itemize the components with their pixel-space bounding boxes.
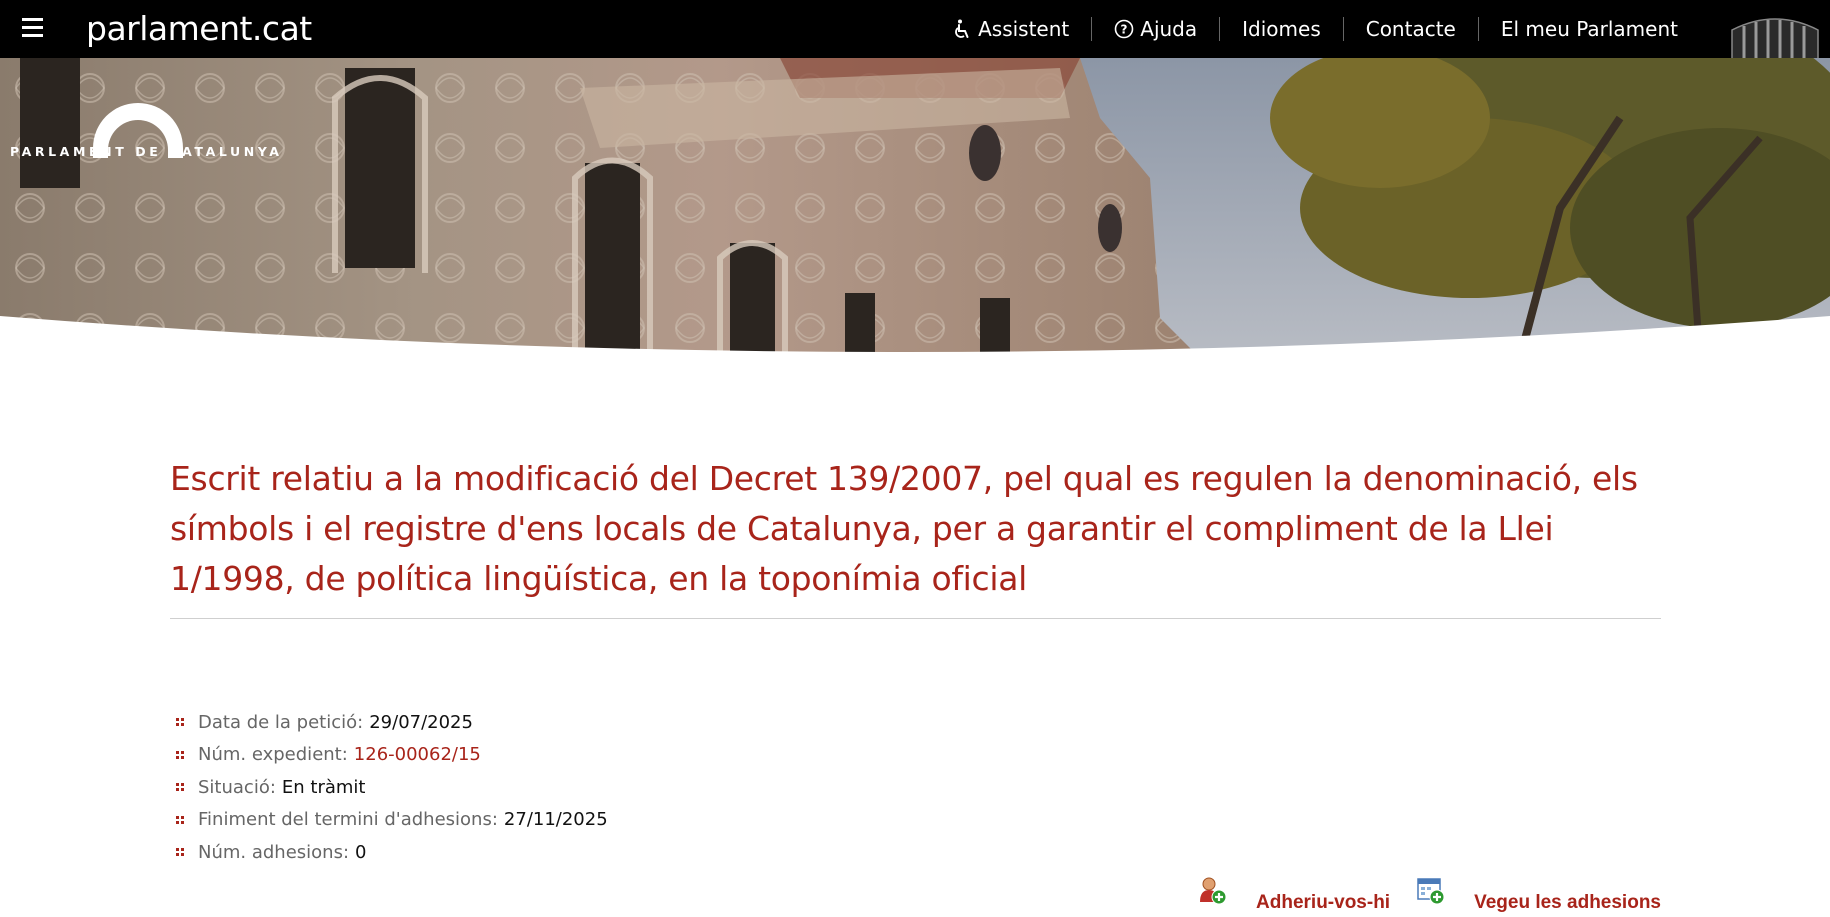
detail-label: Data de la petició: xyxy=(198,711,364,733)
detail-label: Núm. adhesions: xyxy=(198,841,350,863)
add-list-icon xyxy=(1417,878,1445,905)
help-circle-icon: ? xyxy=(1114,19,1134,39)
bullet-icon xyxy=(176,815,186,825)
detail-label: Situació: xyxy=(198,776,276,798)
bullet-icon xyxy=(176,750,186,760)
expedient-link[interactable]: 126-00062/15 xyxy=(354,744,481,765)
main-content: Escrit relatiu a la modificació del Decr… xyxy=(170,454,1661,619)
detail-label: Finiment del termini d'adhesions: xyxy=(198,809,498,831)
nav-ajuda[interactable]: ? Ajuda xyxy=(1091,17,1219,41)
detail-row-expedient: Núm. expedient: 126-00062/15 xyxy=(176,739,608,772)
detail-row-status: Situació: En tràmit xyxy=(176,771,608,804)
site-title[interactable]: parlament.cat xyxy=(86,9,312,48)
vegeu-adhesions-button[interactable]: Vegeu les adhesions xyxy=(1416,878,1661,914)
catalonia-emblem-icon xyxy=(1720,0,1830,58)
detail-value: 27/11/2025 xyxy=(503,809,608,831)
detail-row-date: Data de la petició: 29/07/2025 xyxy=(176,706,608,739)
menu-icon[interactable] xyxy=(22,18,50,40)
bullet-icon xyxy=(176,717,186,727)
page-title: Escrit relatiu a la modificació del Decr… xyxy=(170,454,1661,619)
detail-row-adhesions: Núm. adhesions: 0 xyxy=(176,836,608,869)
nav-contacte-label: Contacte xyxy=(1365,17,1456,41)
bullet-icon xyxy=(176,782,186,792)
nav-assistent-label: Assistent xyxy=(978,17,1070,41)
nav-idiomes[interactable]: Idiomes xyxy=(1219,17,1343,41)
accessibility-icon xyxy=(954,19,972,39)
detail-value: 0 xyxy=(355,841,367,863)
hero-banner: PARLAMENT DE CATALUNYA xyxy=(0,58,1830,358)
nav-contacte[interactable]: Contacte xyxy=(1342,17,1478,41)
detail-value: 29/07/2025 xyxy=(369,711,473,733)
detail-row-deadline: Finiment del termini d'adhesions: 27/11/… xyxy=(176,804,608,837)
top-navigation: Assistent ? Ajuda Idiomes Contacte El me… xyxy=(932,0,1700,58)
adherir-label: Adheriu-vos-hi xyxy=(1256,892,1391,913)
svg-text:?: ? xyxy=(1121,23,1128,37)
vegeu-adhesions-label: Vegeu les adhesions xyxy=(1474,892,1661,913)
top-bar: parlament.cat Assistent ? Ajuda Idiomes … xyxy=(0,0,1830,58)
nav-ajuda-label: Ajuda xyxy=(1140,17,1198,41)
logo-text: PARLAMENT DE CATALUNYA xyxy=(10,144,283,159)
bullet-icon xyxy=(176,847,186,857)
nav-el-meu-parlament-label: El meu Parlament xyxy=(1500,17,1678,41)
parliament-building-photo xyxy=(0,58,1830,358)
petition-details: Data de la petició: 29/07/2025 Núm. expe… xyxy=(176,706,608,869)
detail-label: Núm. expedient: xyxy=(198,744,348,766)
nav-el-meu-parlament[interactable]: El meu Parlament xyxy=(1477,17,1700,41)
nav-idiomes-label: Idiomes xyxy=(1242,17,1321,41)
petition-actions: Adheriu-vos-hi Vegeu les adhesions xyxy=(1172,877,1661,914)
detail-value: En tràmit xyxy=(281,776,366,798)
add-user-icon xyxy=(1200,877,1227,905)
nav-assistent[interactable]: Assistent xyxy=(932,17,1091,41)
adherir-button[interactable]: Adheriu-vos-hi xyxy=(1198,877,1391,914)
